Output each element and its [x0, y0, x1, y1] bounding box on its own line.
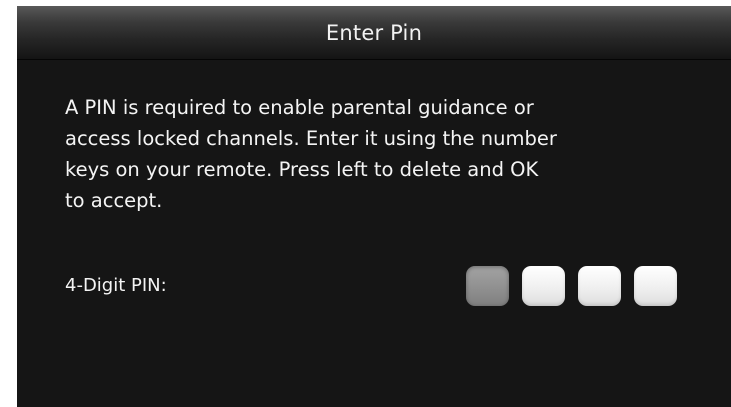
pin-digit-4[interactable]	[634, 266, 677, 306]
dialog-title-bar: Enter Pin	[17, 6, 731, 60]
pin-digit-1[interactable]	[466, 266, 509, 306]
enter-pin-dialog: Enter Pin A PIN is required to enable pa…	[17, 6, 731, 407]
pin-entry-row: 4-Digit PIN:	[65, 264, 687, 308]
pin-label: 4-Digit PIN:	[65, 275, 167, 296]
dialog-title: Enter Pin	[325, 20, 423, 45]
pin-digit-3[interactable]	[578, 266, 621, 306]
pin-instructions: A PIN is required to enable parental gui…	[65, 96, 557, 212]
pin-digit-2[interactable]	[522, 266, 565, 306]
